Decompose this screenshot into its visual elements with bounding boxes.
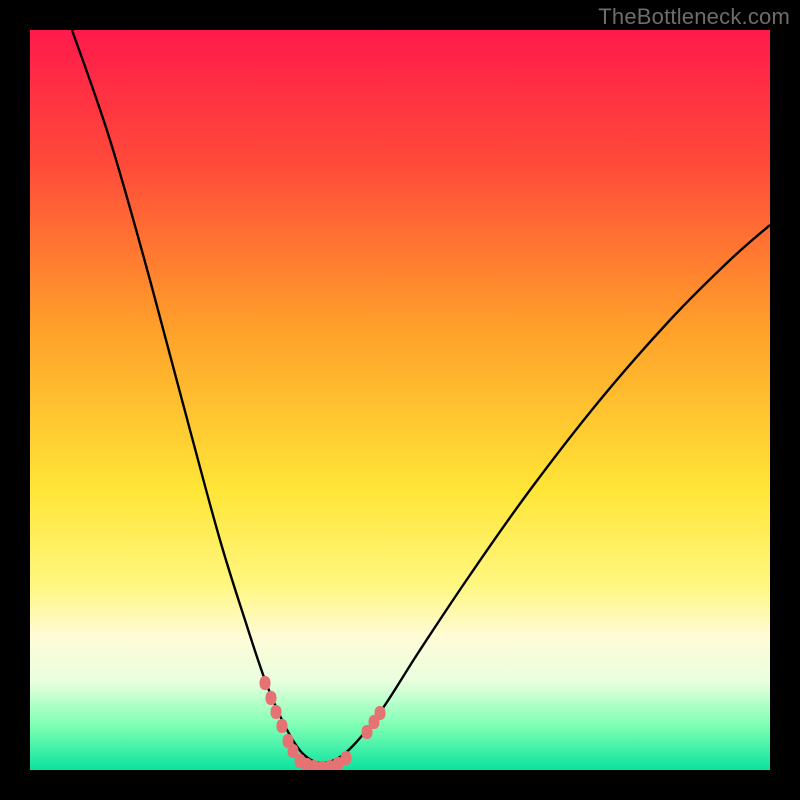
attribution-text: TheBottleneck.com (598, 4, 790, 30)
curve-marker (375, 706, 386, 720)
curve-marker (266, 691, 277, 705)
chart-frame: TheBottleneck.com (0, 0, 800, 800)
chart-plot-area (30, 30, 770, 770)
curve-marker (260, 676, 271, 690)
curve-marker (271, 705, 282, 719)
bottleneck-chart (30, 30, 770, 770)
curve-marker (277, 719, 288, 733)
curve-marker (341, 751, 352, 765)
chart-gradient-bg (30, 30, 770, 770)
